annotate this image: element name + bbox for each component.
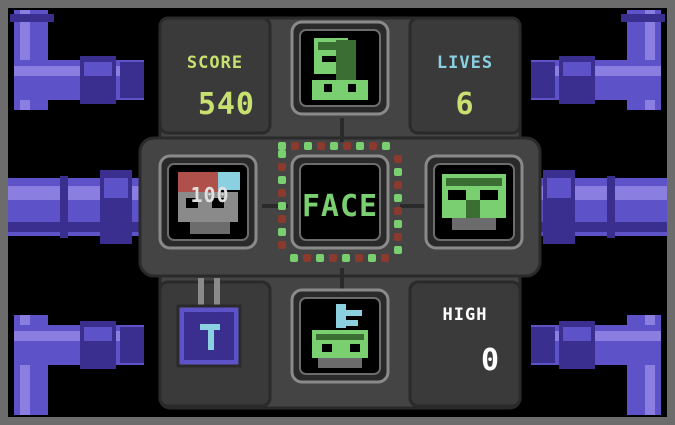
high-label: HIGH bbox=[443, 305, 488, 325]
ring-dot bbox=[394, 220, 402, 228]
ring-dot bbox=[343, 142, 351, 150]
lives-value: 6 bbox=[455, 87, 474, 122]
ring-dot bbox=[278, 189, 286, 197]
ring-dot bbox=[394, 194, 402, 202]
ring-dot bbox=[329, 254, 337, 262]
ring-dot bbox=[316, 254, 324, 262]
ring-dot bbox=[394, 207, 402, 215]
ring-dot bbox=[394, 155, 402, 163]
target-label: FACE bbox=[302, 189, 378, 224]
tile-top[interactable] bbox=[290, 20, 390, 116]
ring-dot bbox=[394, 233, 402, 241]
ring-dot bbox=[278, 241, 286, 249]
ring-dot bbox=[278, 142, 286, 150]
ring-dot bbox=[382, 142, 390, 150]
ring-dot bbox=[355, 254, 363, 262]
ring-dot bbox=[278, 150, 286, 158]
tile-left[interactable]: 100 bbox=[158, 154, 258, 250]
ring-dot bbox=[278, 176, 286, 184]
high-panel bbox=[408, 280, 522, 408]
tile-right[interactable] bbox=[424, 154, 524, 250]
ring-dot bbox=[368, 254, 376, 262]
lives-label: LIVES bbox=[437, 53, 493, 73]
ring-dot bbox=[356, 142, 364, 150]
ring-dot bbox=[290, 254, 298, 262]
ring-dot bbox=[381, 254, 389, 262]
points-popup: 100 bbox=[190, 183, 229, 207]
score-value: 540 bbox=[198, 87, 255, 122]
high-value: 0 bbox=[481, 343, 500, 378]
ring-dot bbox=[342, 254, 350, 262]
ring-dot bbox=[330, 142, 338, 150]
ring-dot bbox=[394, 168, 402, 176]
ring-dot bbox=[278, 228, 286, 236]
score-label: SCORE bbox=[187, 53, 243, 73]
ring-dot bbox=[291, 142, 299, 150]
ring-dot bbox=[304, 142, 312, 150]
ring-dot bbox=[317, 142, 325, 150]
ring-dot bbox=[394, 246, 402, 254]
ring-dot bbox=[303, 254, 311, 262]
tile-center-target: FACE bbox=[290, 154, 390, 250]
game-screen: SCORE 540 LIVES 6 HIGH 0 100 FACE bbox=[0, 0, 675, 425]
ring-dot bbox=[369, 142, 377, 150]
ring-dot bbox=[278, 215, 286, 223]
ring-dot bbox=[394, 181, 402, 189]
pipe-middle-left bbox=[8, 170, 158, 244]
ring-dot bbox=[278, 202, 286, 210]
tile-bottom[interactable] bbox=[290, 288, 390, 384]
ring-dot bbox=[278, 163, 286, 171]
